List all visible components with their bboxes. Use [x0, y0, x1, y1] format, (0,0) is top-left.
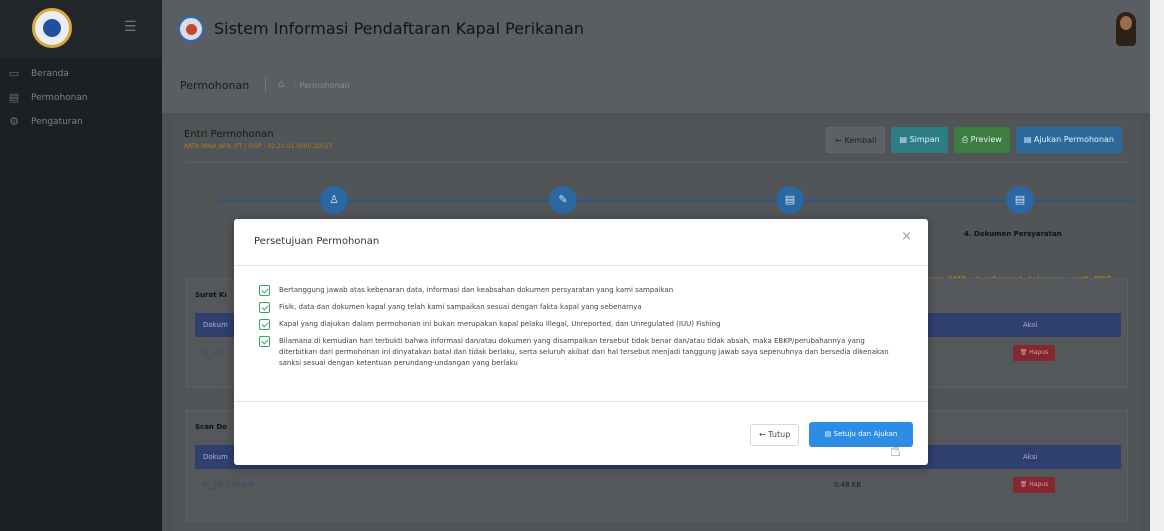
- delete-button[interactable]: 🗑 Hapus: [1013, 345, 1055, 361]
- preview-button[interactable]: ⎙ Preview: [953, 127, 1010, 153]
- sidebar-item-label: Pengaturan: [31, 117, 83, 127]
- checkbox[interactable]: [259, 302, 270, 313]
- close-icon[interactable]: ×: [901, 229, 912, 244]
- step-4-document-icon[interactable]: ▤: [1006, 186, 1034, 214]
- card-divider: [186, 162, 1128, 163]
- modal-title: Persetujuan Permohonan: [254, 236, 380, 247]
- section-title: Surat Kı: [195, 291, 227, 299]
- section-title: Scan Do: [195, 423, 227, 431]
- sidebar-item-beranda[interactable]: ▭ Beranda: [0, 62, 162, 86]
- column-header-aksi: Aksi: [1023, 321, 1038, 329]
- agreement-item[interactable]: Fisik, data dan dokumen kapal yang telah…: [259, 302, 899, 313]
- app-logo: [32, 8, 72, 48]
- page-edge: [1150, 0, 1164, 531]
- delete-button[interactable]: 🗑 Hapus: [1013, 477, 1055, 493]
- agreement-text: Bilamana di kemudian hari terbukti bahwa…: [279, 337, 889, 367]
- file-size: 0.48 KB: [834, 481, 862, 489]
- agreement-item[interactable]: Bertanggung jawab atas kebenaran data, i…: [259, 285, 899, 296]
- agreement-item[interactable]: Kapal yang diajukan dalam permohonan ini…: [259, 319, 899, 330]
- card-toolbar: ← Kembali ▤ Simpan ⎙ Preview ▤ Ajukan Pe…: [826, 127, 1122, 153]
- step-3-document-icon[interactable]: ▤: [776, 186, 804, 214]
- step-2-pencil-icon[interactable]: ✎: [549, 186, 577, 214]
- file-link[interactable]: 8__PE_175.pdf: [203, 481, 254, 489]
- sidebar-item-pengaturan[interactable]: ⚙ Pengaturan: [0, 110, 162, 134]
- card-subtitle: ARTA MINA JAYA, PT / SIUP : 02.21.01.000…: [184, 143, 333, 150]
- breadcrumb-current: - Permohonan: [294, 81, 350, 90]
- breadcrumb-divider: [265, 77, 266, 93]
- checkbox[interactable]: [259, 319, 270, 330]
- breadcrumb: Permohonan ⌂ - Permohonan: [162, 58, 1150, 113]
- modal-footer: ← Tutup ▤ Setuju dan Ajukan: [234, 401, 928, 465]
- top-header: Sistem Informasi Pendaftaran Kapal Perik…: [162, 0, 1164, 58]
- gear-icon: ⚙: [9, 115, 19, 128]
- checkbox[interactable]: [259, 336, 270, 347]
- document-icon: ▤: [8, 91, 20, 104]
- agreement-text: Fisik, data dan dokumen kapal yang telah…: [279, 303, 642, 311]
- column-header-dokumen: Dokum: [203, 321, 228, 329]
- page-title: Permohonan: [180, 79, 250, 92]
- back-button[interactable]: ← Kembali: [826, 127, 886, 153]
- step-1-user-icon[interactable]: ♙: [320, 186, 348, 214]
- column-header-dokumen: Dokum: [203, 453, 228, 461]
- column-header-aksi: Aksi: [1023, 453, 1038, 461]
- app-title: Sistem Informasi Pendaftaran Kapal Perik…: [214, 19, 584, 38]
- sidebar-nav: ▭ Beranda ▤ Permohonan ⚙ Pengaturan: [0, 62, 162, 134]
- stepper-line: [219, 200, 1133, 202]
- home-icon[interactable]: ⌂: [278, 79, 284, 90]
- submit-request-button[interactable]: ▤ Ajukan Permohonan: [1015, 127, 1122, 153]
- agreement-checklist: Bertanggung jawab atas kebenaran data, i…: [259, 285, 899, 375]
- sidebar: ☰ ▭ Beranda ▤ Permohonan ⚙ Pengaturan: [0, 0, 162, 531]
- sidebar-item-permohonan[interactable]: ▤ Permohonan: [0, 86, 162, 110]
- close-button[interactable]: ← Tutup: [750, 424, 800, 446]
- app-header-logo: [178, 16, 204, 42]
- approval-modal: Persetujuan Permohonan × Bertanggung jaw…: [234, 219, 928, 465]
- agreement-text: Kapal yang diajukan dalam permohonan ini…: [279, 320, 721, 328]
- checkbox[interactable]: [259, 285, 270, 296]
- card-title: Entri Permohonan: [184, 129, 274, 140]
- modal-header: Persetujuan Permohonan ×: [234, 219, 928, 266]
- sidebar-item-label: Permohonan: [31, 93, 88, 103]
- avatar[interactable]: [1116, 12, 1136, 46]
- hand-pointer-icon: ☝: [890, 440, 901, 461]
- sidebar-item-label: Beranda: [31, 69, 69, 79]
- agreement-text: Bertanggung jawab atas kebenaran data, i…: [279, 286, 674, 294]
- file-link[interactable]: 8__PE: [203, 349, 223, 357]
- agreement-item[interactable]: Bilamana di kemudian hari terbukti bahwa…: [259, 336, 899, 369]
- step-4-label: 4. Dokumen Persyaratan: [964, 230, 1062, 238]
- sidebar-header: ☰: [0, 0, 162, 58]
- save-button[interactable]: ▤ Simpan: [891, 127, 948, 153]
- menu-toggle-icon[interactable]: ☰: [124, 20, 140, 34]
- monitor-icon: ▭: [8, 67, 20, 80]
